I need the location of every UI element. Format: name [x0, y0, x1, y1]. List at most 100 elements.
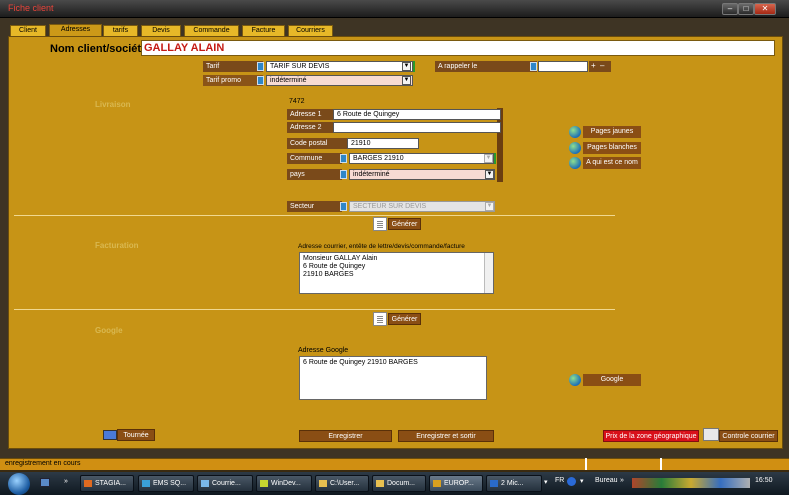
google-button[interactable]: Google	[583, 374, 641, 386]
flag-icon	[340, 202, 347, 211]
taskbar-chevron[interactable]: ▾	[544, 478, 548, 486]
client-name-field[interactable]	[141, 40, 775, 56]
tarif-label: Tarif	[203, 61, 263, 72]
tournee-button[interactable]: Tournée	[117, 429, 155, 441]
globe-icon	[569, 374, 581, 386]
client-name-label: Nom client/société	[50, 43, 148, 55]
quick-launch-chevron[interactable]: »	[64, 478, 68, 485]
taskbar-item[interactable]: Courrie...	[197, 475, 253, 492]
client-code: 7472	[289, 98, 305, 105]
rappel-label: A rappeler le	[435, 61, 537, 72]
code-postal-field[interactable]: 21910	[347, 138, 419, 149]
controle-courrier-button[interactable]: Controle courrier	[719, 430, 778, 442]
client-name-value: GALLAY ALAIN	[144, 42, 225, 54]
commune-select[interactable]: BARGES 21910	[349, 153, 494, 164]
flag-icon	[530, 62, 537, 71]
code-postal-label: Code postal	[287, 138, 347, 149]
facturation-line: 21910 BARGES	[303, 271, 354, 278]
toolbar-chevron[interactable]: »	[620, 477, 624, 484]
taskbar-item[interactable]: 2 Mic...	[486, 475, 542, 492]
generer-facturation-button[interactable]: Générer	[388, 313, 421, 325]
google-section-title: Google	[95, 326, 123, 335]
maximize-button[interactable]: □	[738, 3, 754, 15]
tarif-select[interactable]: TARIF SUR DEVIS	[266, 61, 413, 72]
taskbar-item[interactable]: STAGIA...	[80, 475, 134, 492]
prix-zone-button[interactable]: Prix de la zone géographique	[603, 430, 699, 442]
chevron-down-icon[interactable]: ▼	[402, 62, 411, 71]
divider	[14, 309, 615, 310]
help-icon[interactable]	[567, 477, 576, 486]
flag-icon	[340, 170, 347, 179]
tab-courriers[interactable]: Courriers	[288, 25, 333, 36]
secteur-label: Secteur	[287, 201, 342, 212]
commune-label: Commune	[287, 153, 342, 164]
minimize-button[interactable]: –	[722, 3, 738, 15]
window-title: Fiche client	[8, 3, 54, 13]
secteur-select[interactable]: SECTEUR SUR DEVIS	[349, 201, 495, 212]
status-bar	[0, 458, 789, 470]
field-indicator	[494, 153, 496, 164]
field-indicator	[413, 61, 415, 72]
calendar-icon	[103, 430, 117, 440]
chevron-down-icon[interactable]: ▼	[484, 154, 493, 163]
facturation-address-textarea[interactable]: Monsieur GALLAY Alain 6 Route de Quingey…	[299, 252, 494, 294]
facturation-line: 6 Route de Quingey	[303, 263, 366, 270]
start-button[interactable]	[8, 473, 30, 495]
plus-button[interactable]: +	[591, 61, 596, 70]
divider	[14, 215, 615, 216]
printer-icon	[703, 428, 719, 441]
tab-facture[interactable]: Facture	[242, 25, 285, 36]
livraison-section-title: Livraison	[95, 100, 131, 109]
status-divider	[585, 458, 587, 470]
pages-jaunes-button[interactable]: Pages jaunes	[583, 126, 641, 138]
taskbar-item[interactable]: EUROP...	[429, 475, 483, 492]
chevron-down-icon[interactable]: ▼	[402, 76, 411, 85]
pays-label: pays	[287, 169, 342, 180]
rappel-date-field[interactable]	[538, 61, 588, 72]
notification-icons[interactable]	[632, 478, 750, 488]
document-icon	[373, 217, 387, 231]
tab-commande[interactable]: Commande	[184, 25, 239, 36]
flag-icon	[257, 76, 264, 85]
a-qui-est-ce-nom-button[interactable]: A qui est ce nom	[583, 157, 641, 169]
adresse2-field[interactable]	[333, 122, 501, 133]
close-button[interactable]: ✕	[754, 3, 776, 15]
minus-button[interactable]: –	[600, 61, 604, 70]
facturation-section-title: Facturation	[95, 241, 139, 250]
tab-tarifs[interactable]: tarifs	[103, 25, 138, 36]
tarif-promo-select[interactable]: indéterminé	[266, 75, 413, 86]
google-address-value: 6 Route de Quingey 21910 BARGES	[303, 359, 418, 366]
pays-select[interactable]: indéterminé	[349, 169, 495, 180]
adresse1-field[interactable]: 6 Route de Quingey	[333, 109, 501, 120]
tray-chevron[interactable]: ▾	[580, 477, 584, 485]
enregistrer-sortir-button[interactable]: Enregistrer et sortir	[398, 430, 494, 442]
status-divider	[660, 458, 662, 470]
adresse1-label: Adresse 1	[287, 109, 333, 120]
globe-icon	[569, 157, 581, 169]
chevron-down-icon[interactable]: ▼	[485, 202, 494, 211]
pages-blanches-button[interactable]: Pages blanches	[583, 142, 641, 154]
language-indicator[interactable]: FR	[555, 477, 564, 484]
enregistrer-button[interactable]: Enregistrer	[299, 430, 392, 442]
show-desktop-icon[interactable]	[40, 478, 50, 487]
globe-icon	[569, 126, 581, 138]
google-address-textarea[interactable]: 6 Route de Quingey 21910 BARGES	[299, 356, 487, 400]
facturation-scrollbar[interactable]	[484, 253, 493, 293]
window-titlebar	[0, 0, 789, 18]
generer-livraison-button[interactable]: Générer	[388, 218, 421, 230]
taskbar-item[interactable]: Docum...	[372, 475, 426, 492]
globe-icon	[569, 142, 581, 154]
adresse2-label: Adresse 2	[287, 122, 333, 133]
bureau-toolbar[interactable]: Bureau	[595, 477, 618, 484]
status-text: enregistrement en cours	[5, 460, 81, 467]
taskbar-item[interactable]: C:\User...	[315, 475, 369, 492]
tab-client[interactable]: Client	[10, 25, 46, 36]
clock: 16:50	[755, 477, 773, 484]
taskbar-item[interactable]: WinDev...	[256, 475, 312, 492]
google-caption: Adresse Google	[298, 347, 349, 354]
flag-icon	[340, 154, 347, 163]
facturation-line: Monsieur GALLAY Alain	[303, 255, 378, 262]
tab-devis[interactable]: Devis	[141, 25, 181, 36]
chevron-down-icon[interactable]: ▼	[485, 170, 494, 179]
taskbar-item[interactable]: EMS SQ...	[138, 475, 194, 492]
